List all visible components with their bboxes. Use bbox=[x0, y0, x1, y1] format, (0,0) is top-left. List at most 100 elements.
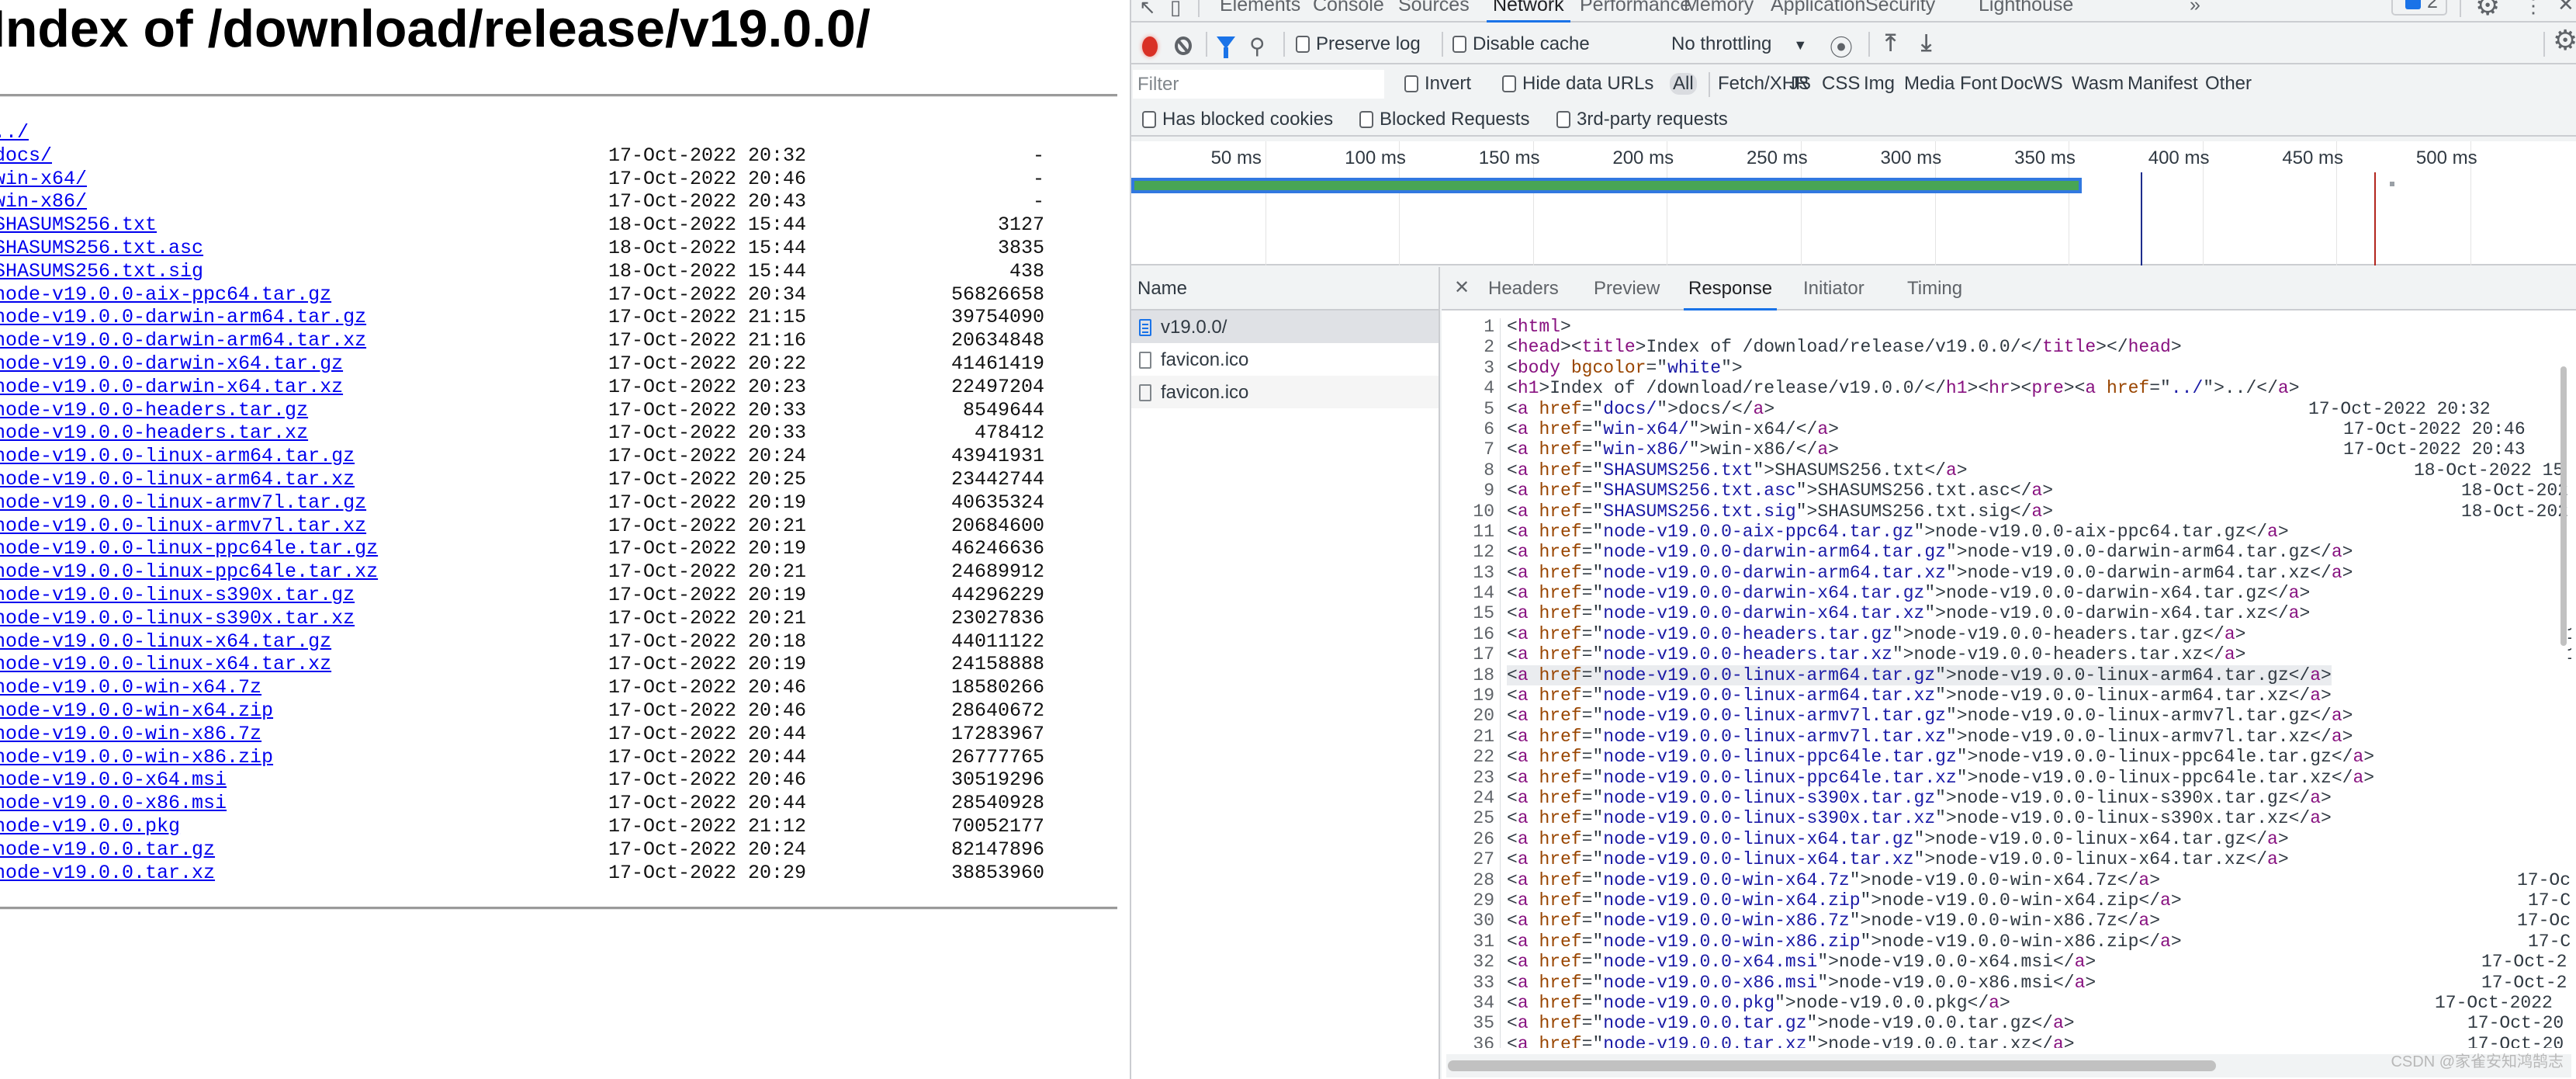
code-text[interactable]: <a href="node-v19.0.0-linux-armv7l.tar.x… bbox=[1507, 727, 2353, 747]
export-har-icon[interactable]: ⤓ bbox=[1921, 30, 1931, 57]
code-text[interactable]: <a href="node-v19.0.0-darwin-x64.tar.xz"… bbox=[1507, 603, 2310, 623]
more-filter-checkbox[interactable]: Has blocked cookies bbox=[1142, 109, 1333, 130]
code-text[interactable]: <html> bbox=[1507, 317, 1571, 337]
filter-type-media[interactable]: Media bbox=[1904, 73, 1955, 95]
invert-checkbox[interactable]: Invert bbox=[1404, 73, 1471, 95]
filter-type-ws[interactable]: WS bbox=[2033, 73, 2063, 95]
settings-gear-icon[interactable]: ⚙ bbox=[2475, 0, 2500, 22]
import-har-icon[interactable]: ⤒ bbox=[1885, 30, 1896, 57]
file-link[interactable]: node-v19.0.0-linux-armv7l.tar.gz bbox=[0, 491, 366, 515]
file-link[interactable]: node-v19.0.0.pkg bbox=[0, 815, 180, 838]
file-link[interactable]: node-v19.0.0-win-x64.7z bbox=[0, 676, 261, 699]
file-link[interactable]: node-v19.0.0-darwin-x64.tar.gz bbox=[0, 352, 343, 376]
more-options-icon[interactable]: ⋮ bbox=[2523, 0, 2543, 18]
inspect-element-icon[interactable]: ↖ bbox=[1139, 0, 1156, 19]
file-link[interactable]: node-v19.0.0-darwin-arm64.tar.gz bbox=[0, 306, 366, 329]
more-filter-checkbox[interactable]: Blocked Requests bbox=[1359, 109, 1529, 130]
code-text[interactable]: <a href="node-v19.0.0.tar.xz">node-v19.0… bbox=[1507, 1034, 2075, 1048]
code-text[interactable]: <a href="win-x64/">win-x64/</a> bbox=[1507, 419, 1839, 439]
file-link[interactable]: win-x86/ bbox=[0, 190, 87, 213]
detail-tab-preview[interactable]: Preview bbox=[1594, 278, 1660, 300]
filter-type-js[interactable]: JS bbox=[1789, 73, 1811, 95]
code-text[interactable]: <h1>Index of /download/release/v19.0.0/<… bbox=[1507, 378, 2300, 398]
filter-type-all[interactable]: All bbox=[1670, 73, 1697, 95]
code-text[interactable]: <a href="node-v19.0.0-linux-arm64.tar.xz… bbox=[1507, 685, 2332, 706]
file-link[interactable]: node-v19.0.0-linux-ppc64le.tar.gz bbox=[0, 537, 378, 560]
file-link[interactable]: node-v19.0.0-win-x86.7z bbox=[0, 723, 261, 746]
code-text[interactable]: <a href="node-v19.0.0.tar.gz">node-v19.0… bbox=[1507, 1013, 2075, 1033]
file-link[interactable]: node-v19.0.0-win-x86.zip bbox=[0, 746, 273, 769]
file-link[interactable]: node-v19.0.0-aix-ppc64.tar.gz bbox=[0, 283, 331, 307]
tab-network[interactable]: Network bbox=[1487, 0, 1570, 23]
file-link[interactable]: SHASUMS256.txt.sig bbox=[0, 260, 203, 283]
file-link[interactable]: node-v19.0.0-linux-s390x.tar.gz bbox=[0, 584, 355, 607]
file-link[interactable]: node-v19.0.0-x64.msi bbox=[0, 768, 227, 792]
filter-input[interactable] bbox=[1133, 70, 1384, 99]
file-link[interactable]: node-v19.0.0-linux-x64.tar.gz bbox=[0, 630, 331, 654]
detail-tab-timing[interactable]: Timing bbox=[1907, 278, 1962, 300]
name-column-header[interactable]: Name bbox=[1131, 267, 1439, 311]
code-text[interactable]: <a href="node-v19.0.0-linux-ppc64le.tar.… bbox=[1507, 747, 2374, 767]
preserve-log-checkbox[interactable]: Preserve log bbox=[1296, 33, 1421, 55]
checkbox-box[interactable] bbox=[1452, 36, 1466, 53]
file-link[interactable]: node-v19.0.0-darwin-x64.tar.xz bbox=[0, 376, 343, 399]
code-text[interactable]: <a href="node-v19.0.0-linux-x64.tar.xz">… bbox=[1507, 849, 2289, 869]
code-text[interactable]: <a href="SHASUMS256.txt">SHASUMS256.txt<… bbox=[1507, 460, 1968, 481]
tab-performance[interactable]: Performance bbox=[1580, 0, 1691, 16]
tab-console[interactable]: Console bbox=[1313, 0, 1384, 16]
filter-type-wasm[interactable]: Wasm bbox=[2072, 73, 2124, 95]
file-link[interactable]: SHASUMS256.txt.asc bbox=[0, 237, 203, 260]
tab-elements[interactable]: Elements bbox=[1220, 0, 1300, 16]
code-text[interactable]: <a href="node-v19.0.0-linux-arm64.tar.gz… bbox=[1507, 664, 2332, 685]
file-link[interactable]: node-v19.0.0-headers.tar.xz bbox=[0, 422, 308, 445]
file-link[interactable]: node-v19.0.0-linux-s390x.tar.xz bbox=[0, 607, 355, 630]
network-settings-gear-icon[interactable]: ⚙ bbox=[2553, 24, 2576, 57]
close-detail-icon[interactable]: ✕ bbox=[1454, 276, 1470, 299]
tab-lighthouse[interactable]: Lighthouse bbox=[1979, 0, 2073, 16]
checkbox-box[interactable] bbox=[1296, 36, 1310, 53]
record-icon[interactable] bbox=[1142, 36, 1158, 57]
checkbox-box[interactable] bbox=[1359, 111, 1373, 128]
code-text[interactable]: <a href="node-v19.0.0-darwin-x64.tar.gz"… bbox=[1507, 583, 2310, 603]
checkbox-box[interactable] bbox=[1404, 75, 1418, 92]
code-text[interactable]: <a href="node-v19.0.0-linux-s390x.tar.xz… bbox=[1507, 808, 2332, 828]
code-text[interactable]: <a href="node-v19.0.0-win-x86.7z">node-v… bbox=[1507, 911, 2160, 931]
code-text[interactable]: <a href="node-v19.0.0-win-x86.zip">node-… bbox=[1507, 932, 2182, 952]
code-text[interactable]: <a href="node-v19.0.0.pkg">node-v19.0.0.… bbox=[1507, 993, 2010, 1013]
code-text[interactable]: <a href="node-v19.0.0-linux-armv7l.tar.g… bbox=[1507, 706, 2353, 726]
checkbox-box[interactable] bbox=[1556, 111, 1570, 128]
filter-type-manifest[interactable]: Manifest bbox=[2128, 73, 2198, 95]
code-text[interactable]: <a href="node-v19.0.0-x64.msi">node-v19.… bbox=[1507, 952, 2096, 972]
vertical-scrollbar[interactable] bbox=[2560, 366, 2567, 646]
horizontal-scrollbar-thumb[interactable] bbox=[1448, 1060, 2216, 1071]
search-icon[interactable]: ⚲ bbox=[1249, 33, 1265, 59]
tab-sources[interactable]: Sources bbox=[1398, 0, 1470, 16]
hide-data-urls-checkbox[interactable]: Hide data URLs bbox=[1502, 73, 1653, 95]
tab-memory[interactable]: Memory bbox=[1684, 0, 1754, 16]
detail-tab-response[interactable]: Response bbox=[1683, 278, 1778, 311]
detail-tab-headers[interactable]: Headers bbox=[1488, 278, 1559, 300]
request-row[interactable]: favicon.ico bbox=[1131, 343, 1439, 376]
code-text[interactable]: <a href="node-v19.0.0-win-x64.7z">node-v… bbox=[1507, 870, 2160, 890]
code-text[interactable]: <a href="node-v19.0.0-linux-x64.tar.gz">… bbox=[1507, 829, 2289, 849]
code-text[interactable]: <body bgcolor="white"> bbox=[1507, 358, 1743, 378]
code-text[interactable]: <a href="SHASUMS256.txt.sig">SHASUMS256.… bbox=[1507, 501, 2053, 522]
filter-type-other[interactable]: Other bbox=[2205, 73, 2252, 95]
code-text[interactable]: <a href="node-v19.0.0-headers.tar.gz">no… bbox=[1507, 624, 2245, 644]
code-text[interactable]: <a href="node-v19.0.0-aix-ppc64.tar.gz">… bbox=[1507, 522, 2289, 542]
device-toolbar-icon[interactable]: ▯ bbox=[1170, 0, 1181, 19]
file-link[interactable]: node-v19.0.0-win-x64.zip bbox=[0, 699, 273, 723]
file-link[interactable]: node-v19.0.0-x86.msi bbox=[0, 792, 227, 815]
file-link[interactable]: node-v19.0.0.tar.xz bbox=[0, 862, 215, 885]
checkbox-box[interactable] bbox=[1502, 75, 1516, 92]
code-text[interactable]: <a href="node-v19.0.0-headers.tar.xz">no… bbox=[1507, 644, 2245, 664]
file-link[interactable]: docs/ bbox=[0, 144, 52, 168]
filter-icon[interactable] bbox=[1217, 36, 1235, 58]
issues-button[interactable]: 2 bbox=[2391, 0, 2447, 16]
code-text[interactable]: <a href="SHASUMS256.txt.asc">SHASUMS256.… bbox=[1507, 481, 2053, 501]
code-text[interactable]: <a href="node-v19.0.0-linux-ppc64le.tar.… bbox=[1507, 768, 2374, 788]
file-link[interactable]: node-v19.0.0-linux-ppc64le.tar.xz bbox=[0, 560, 378, 584]
more-tabs-button[interactable]: » bbox=[2190, 0, 2200, 16]
more-filter-checkbox[interactable]: 3rd-party requests bbox=[1556, 109, 1728, 130]
tab-application[interactable]: Application bbox=[1771, 0, 1865, 16]
